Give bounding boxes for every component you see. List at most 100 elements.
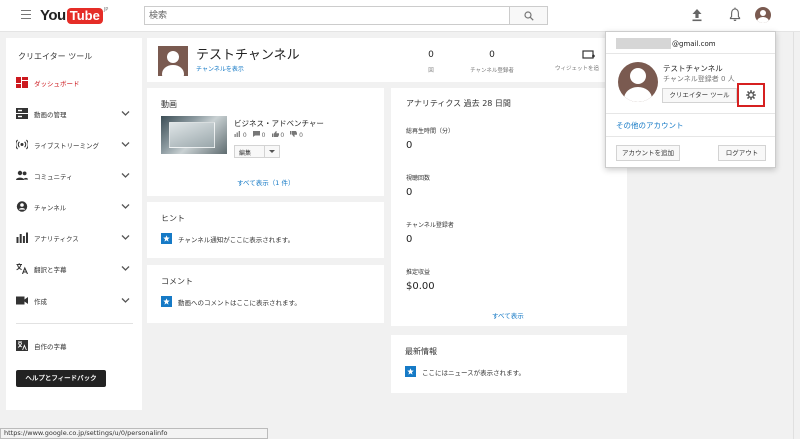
views-label: 視聴回数 [406, 175, 431, 182]
account-avatar[interactable] [755, 7, 771, 23]
views-stat: 0 回 [425, 50, 437, 74]
subscribers-label: チャンネル登録者 [470, 68, 514, 74]
search-button[interactable] [509, 6, 548, 25]
account-email-row: @gmail.com [616, 38, 716, 49]
channel-avatar[interactable] [158, 46, 188, 76]
chevron-down-icon[interactable] [121, 233, 130, 241]
videos-card-title: 動画 [161, 100, 177, 109]
watch-time-label: 総再生時間（分） [406, 128, 455, 135]
account-channel-name: テストチャンネル [663, 64, 723, 73]
widget-icon [582, 50, 595, 59]
menu-icon[interactable] [21, 10, 31, 19]
see-all-analytics-link[interactable]: すべて表示 [492, 310, 524, 320]
sidebar-item-label: 動画の管理 [34, 111, 67, 119]
notification-bell-icon[interactable] [728, 7, 742, 22]
analytics-card: アナリティクス 過去 28 日間 総再生時間（分） 0 視聴回数 0 チャンネル… [391, 88, 627, 326]
video-title[interactable]: ビジネス・アドベンチャー [234, 118, 324, 129]
channel-icon [16, 201, 28, 212]
youtube-logo[interactable]: You Tube JP [40, 7, 109, 24]
hints-card-title: ヒント [161, 214, 185, 223]
edit-video-button[interactable]: 編集 [234, 145, 280, 158]
star-icon [161, 296, 172, 307]
live-icon [16, 139, 28, 150]
sidebar-divider [16, 323, 133, 324]
news-card-title: 最新情報 [405, 347, 437, 356]
video-dislikes: 0 [299, 132, 303, 139]
logout-button[interactable]: ログアウト [718, 145, 766, 161]
edit-label: 編集 [239, 150, 252, 157]
dropdown-arrow-icon[interactable] [269, 150, 275, 153]
upload-icon[interactable] [690, 8, 704, 22]
thumbs-down-icon [290, 131, 298, 137]
account-menu-panel: @gmail.com テストチャンネル チャンネル登録者 0 人 クリエイター … [605, 31, 776, 168]
likes-stat: 0 [271, 131, 285, 139]
chevron-down-icon[interactable] [121, 264, 130, 272]
views-icon [234, 131, 240, 137]
create-icon [16, 296, 28, 305]
hint-row: チャンネル通知がここに表示されます。 [161, 233, 294, 244]
revenue-value: $0.00 [406, 281, 435, 292]
sidebar-item-translations[interactable]: 翻訳と字幕 [6, 258, 142, 278]
account-email: @gmail.com [672, 39, 716, 48]
channel-header: テストチャンネル チャンネルを表示 0 回 0 チャンネル登録者 ウィジェットを… [147, 38, 627, 82]
hint-message: チャンネル通知がここに表示されます。 [178, 235, 295, 244]
sidebar-item-community[interactable]: コミュニティ [6, 165, 142, 185]
creator-studio-button[interactable]: クリエイター ツール [662, 88, 737, 103]
other-accounts-link[interactable]: その他のアカウント [616, 120, 684, 131]
comments-card: コメント 動画へのコメントはここに表示されます。 [147, 265, 384, 323]
sidebar-item-analytics[interactable]: アナリティクス [6, 227, 142, 247]
news-message: ここにはニュースが表示されます。 [422, 368, 526, 377]
translate-icon [16, 263, 28, 274]
chevron-down-icon[interactable] [121, 202, 130, 210]
sidebar-item-channel[interactable]: チャンネル [6, 196, 142, 216]
sidebar-item-label: チャンネル [34, 204, 67, 212]
sidebar-item-create[interactable]: 作成 [6, 290, 142, 310]
sidebar-item-dashboard[interactable]: ダッシュボード [6, 72, 142, 92]
creator-studio-sidebar: クリエイター ツール ダッシュボード 動画の管理 ライブストリーミング コミュニ… [6, 38, 142, 410]
logo-region: JP [103, 7, 109, 13]
dislikes-stat: 0 [290, 131, 303, 139]
views-count: 0 [428, 50, 434, 60]
search-input[interactable] [144, 6, 510, 25]
comment-icon [252, 131, 260, 137]
logo-you-text: You [40, 7, 66, 24]
comments-stat: 0 [252, 131, 266, 139]
sidebar-item-my-subtitles[interactable]: 自作の字幕 [6, 335, 142, 355]
search-icon [523, 10, 534, 21]
account-subscribers: チャンネル登録者 0 人 [663, 75, 735, 83]
chevron-down-icon[interactable] [121, 109, 130, 117]
account-panel-avatar[interactable] [618, 62, 658, 102]
add-account-button[interactable]: アカウントを追加 [616, 145, 680, 161]
comment-row: 動画へのコメントはここに表示されます。 [161, 296, 301, 307]
thumbs-up-icon [271, 131, 279, 137]
comments-card-title: コメント [161, 277, 193, 286]
chevron-down-icon[interactable] [121, 171, 130, 179]
video-manager-icon [16, 108, 28, 119]
top-bar: You Tube JP [0, 0, 800, 32]
video-thumbnail[interactable] [161, 116, 227, 154]
subscribers-label: チャンネル登録者 [406, 222, 454, 229]
chevron-down-icon[interactable] [121, 296, 130, 304]
help-feedback-button[interactable]: ヘルプとフィードバック [16, 370, 106, 387]
revenue-label: 推定収益 [406, 269, 431, 276]
sidebar-item-live-streaming[interactable]: ライブストリーミング [6, 134, 142, 154]
logo-tube-text: Tube [66, 8, 103, 24]
see-all-videos-link[interactable]: すべて表示（1 件） [237, 177, 295, 187]
star-icon [405, 366, 416, 377]
views-label: 回 [428, 68, 434, 74]
page-scrollbar[interactable] [793, 32, 800, 439]
analytics-title: アナリティクス 過去 28 日間 [406, 99, 511, 108]
settings-button[interactable] [737, 83, 765, 107]
chevron-down-icon[interactable] [121, 140, 130, 148]
sidebar-item-label: 翻訳と字幕 [34, 266, 67, 274]
sidebar-item-video-manager[interactable]: 動画の管理 [6, 103, 142, 123]
sidebar-item-label: ライブストリーミング [34, 142, 99, 150]
video-likes: 0 [280, 132, 285, 139]
video-views: 0 [242, 132, 247, 139]
channel-name: テストチャンネル [196, 48, 300, 63]
news-row: ここにはニュースが表示されます。 [405, 366, 525, 377]
video-stats: 0 0 0 0 [234, 131, 303, 139]
subtitles-icon [16, 340, 28, 351]
sidebar-item-label: コミュニティ [34, 173, 73, 181]
view-channel-link[interactable]: チャンネルを表示 [196, 64, 244, 73]
